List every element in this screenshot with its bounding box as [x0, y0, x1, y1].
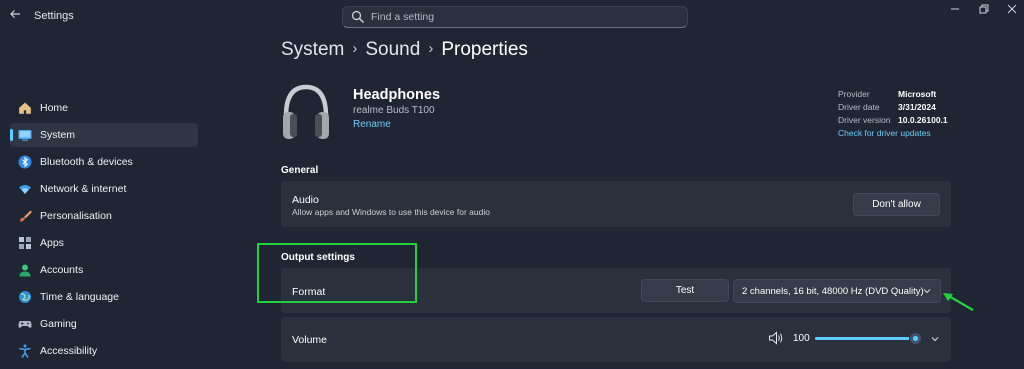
- rename-link[interactable]: Rename: [353, 119, 391, 130]
- device-name: Headphones: [353, 87, 441, 103]
- back-arrow-icon[interactable]: [6, 8, 24, 24]
- provider-value: Microsoft: [898, 89, 937, 99]
- home-icon: [19, 102, 31, 114]
- brush-icon: [20, 210, 32, 222]
- maximize-icon[interactable]: [972, 4, 996, 18]
- volume-slider-thumb[interactable]: [909, 332, 922, 345]
- sidebar-item-label: Bluetooth & devices: [40, 156, 133, 168]
- search-box[interactable]: [342, 6, 688, 28]
- page-title: Properties: [441, 39, 528, 60]
- volume-value: 100: [793, 333, 810, 344]
- gamepad-icon: [18, 321, 32, 328]
- format-dropdown-value: 2 channels, 16 bit, 48000 Hz (DVD Qualit…: [742, 286, 924, 297]
- speaker-icon[interactable]: [768, 331, 784, 345]
- driver-date-value: 3/31/2024: [898, 102, 936, 112]
- breadcrumb-item-system[interactable]: System: [281, 39, 344, 60]
- bluetooth-icon: [18, 155, 32, 169]
- sidebar-item-gaming[interactable]: Gaming: [10, 312, 198, 336]
- driver-date-label: Driver date: [838, 102, 880, 112]
- volume-slider-track[interactable]: [815, 337, 917, 340]
- sidebar-item-label: System: [40, 129, 76, 141]
- sidebar-item-time-language[interactable]: Time & language: [10, 285, 198, 309]
- chevron-right-icon: ›: [428, 40, 434, 57]
- sidebar-item-home[interactable]: Home: [10, 96, 198, 120]
- dont-allow-button[interactable]: Don't allow: [853, 193, 940, 216]
- wifi-icon: [19, 185, 31, 194]
- apps-icon: [19, 237, 31, 249]
- sidebar-item-label: Accounts: [40, 264, 84, 276]
- sidebar-item-accounts[interactable]: Accounts: [10, 258, 198, 282]
- person-icon: [19, 264, 31, 277]
- title-bar: Settings: [0, 0, 1024, 32]
- annotation-arrow-icon: [943, 293, 974, 311]
- audio-card: Audio Allow apps and Windows to use this…: [281, 181, 951, 227]
- sidebar-item-label: Personalisation: [40, 210, 112, 222]
- check-driver-updates-link[interactable]: Check for driver updates: [838, 128, 931, 138]
- breadcrumb: System › Sound › Properties: [281, 39, 528, 61]
- audio-description: Allow apps and Windows to use this devic…: [292, 207, 490, 217]
- format-dropdown[interactable]: 2 channels, 16 bit, 48000 Hz (DVD Qualit…: [733, 279, 941, 303]
- sidebar-item-network[interactable]: Network & internet: [10, 177, 198, 201]
- chevron-down-icon[interactable]: [930, 334, 940, 344]
- sidebar-item-label: Time & language: [40, 291, 119, 303]
- globe-icon: [19, 291, 31, 303]
- general-section-title: General: [281, 165, 319, 176]
- device-model: realme Buds T100: [353, 105, 435, 116]
- driver-version-value: 10.0.26100.1: [898, 115, 948, 125]
- highlight-box: [257, 243, 417, 303]
- sidebar-item-personalisation[interactable]: Personalisation: [10, 204, 198, 228]
- test-button[interactable]: Test: [641, 279, 729, 302]
- close-icon[interactable]: [1000, 4, 1024, 18]
- accessibility-icon: [19, 344, 31, 358]
- app-title: Settings: [34, 10, 74, 22]
- sidebar-item-accessibility[interactable]: Accessibility: [10, 339, 198, 363]
- search-input[interactable]: [371, 8, 671, 26]
- sidebar-item-bluetooth[interactable]: Bluetooth & devices: [10, 150, 198, 174]
- selection-indicator: [10, 129, 13, 141]
- chevron-right-icon: ›: [352, 40, 358, 57]
- driver-version-label: Driver version: [838, 115, 891, 125]
- sidebar-item-label: Network & internet: [40, 183, 127, 195]
- sidebar-item-label: Home: [40, 102, 69, 114]
- audio-title: Audio: [292, 194, 319, 206]
- volume-label: Volume: [292, 334, 328, 346]
- system-icon: [18, 130, 32, 141]
- sidebar-item-label: Accessibility: [40, 345, 98, 357]
- breadcrumb-item-sound[interactable]: Sound: [365, 39, 420, 60]
- sidebar-item-system[interactable]: System: [10, 123, 198, 147]
- chevron-down-icon: [923, 289, 931, 294]
- sidebar-item-apps[interactable]: Apps: [10, 231, 198, 255]
- headphones-icon: [283, 84, 329, 139]
- minimize-icon[interactable]: [943, 4, 967, 18]
- sidebar-item-label: Gaming: [40, 318, 77, 330]
- provider-label: Provider: [838, 89, 870, 99]
- sidebar-item-label: Apps: [40, 237, 64, 249]
- search-icon: [351, 10, 364, 23]
